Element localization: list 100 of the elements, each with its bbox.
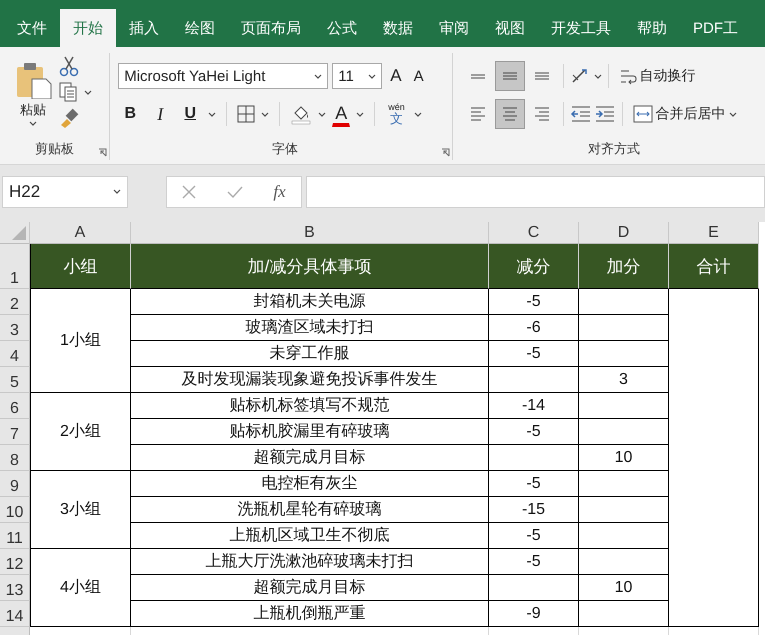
table-cell: -5 — [489, 341, 579, 367]
row-header[interactable]: 11 — [0, 523, 30, 549]
align-center-icon — [502, 107, 517, 121]
dialog-launcher-icon[interactable] — [98, 148, 108, 157]
ribbon-tab[interactable]: 文件 — [4, 9, 60, 47]
row-header[interactable]: 12 — [0, 549, 30, 575]
increase-indent-icon[interactable] — [594, 104, 616, 124]
font-size-field[interactable]: 11 — [332, 63, 382, 89]
group-label: 对齐方式 — [586, 140, 641, 158]
ribbon-tab[interactable]: 绘图 — [172, 9, 228, 47]
row-header[interactable]: 1 — [0, 244, 30, 289]
wrap-text-button[interactable]: 自动换行 — [614, 62, 700, 90]
shrink-font-button[interactable]: A — [410, 62, 428, 90]
row-header[interactable]: 7 — [0, 419, 30, 445]
borders-icon[interactable] — [237, 105, 256, 123]
caret-icon[interactable] — [356, 112, 364, 116]
table-cell: 10 — [579, 575, 669, 601]
phonetic-button[interactable]: wén 文 — [385, 100, 408, 128]
italic-button[interactable]: I — [148, 100, 172, 128]
align-right-icon — [534, 107, 549, 121]
column-header[interactable]: E — [669, 222, 759, 244]
align-center-button[interactable] — [494, 99, 525, 129]
underline-button[interactable]: U — [178, 100, 202, 128]
align-top-icon — [470, 74, 485, 78]
table-cell: 洗瓶机星轮有碎玻璃 — [131, 497, 489, 523]
align-middle-button[interactable] — [494, 61, 525, 91]
scissors-icon[interactable] — [58, 55, 80, 77]
table-cell: -5 — [489, 523, 579, 549]
header-cell: 减分 — [489, 244, 579, 289]
row-header[interactable]: 3 — [0, 315, 30, 341]
caret-icon[interactable] — [728, 112, 737, 116]
row-header[interactable]: 13 — [0, 575, 30, 601]
table-cell: 3 — [579, 367, 669, 393]
table-cell: 超额完成月目标 — [131, 575, 489, 601]
ribbon-tab[interactable]: PDF工 — [680, 9, 751, 47]
table-cell: -9 — [489, 601, 579, 627]
formula-input[interactable] — [306, 176, 765, 208]
insert-function-button[interactable]: fx — [273, 182, 286, 202]
table-cell: 上瓶大厅洗漱池碎玻璃未打扫 — [131, 549, 489, 575]
align-left-icon — [470, 107, 485, 121]
ribbon-tab[interactable]: 审阅 — [426, 9, 482, 47]
decrease-indent-icon[interactable] — [570, 104, 592, 124]
column-header[interactable]: A — [30, 222, 131, 244]
row-header[interactable]: 4 — [0, 341, 30, 367]
column-header[interactable]: B — [131, 222, 489, 244]
header-cell: 小组 — [30, 244, 131, 289]
row-header[interactable]: 14 — [0, 601, 30, 627]
ribbon-tab[interactable]: 插入 — [116, 9, 172, 47]
table-cell: 贴标机胶漏里有碎玻璃 — [131, 419, 489, 445]
table-cell: 及时发现漏装现象避免投诉事件发生 — [131, 367, 489, 393]
header-cell: 加/减分具体事项 — [131, 244, 489, 289]
table-cell: -14 — [489, 393, 579, 419]
table-cell: 上瓶机区域卫生不彻底 — [131, 523, 489, 549]
table-cell: -15 — [489, 497, 579, 523]
caret-icon[interactable] — [208, 112, 216, 116]
font-color-button[interactable]: A — [332, 101, 350, 127]
row-header[interactable]: 2 — [0, 289, 30, 315]
bold-button[interactable]: B — [118, 100, 142, 128]
ribbon-tab[interactable]: 页面布局 — [228, 9, 314, 47]
dialog-launcher-icon[interactable] — [440, 148, 450, 157]
ribbon-tab[interactable]: 开发工具 — [538, 9, 624, 47]
row-header[interactable]: 9 — [0, 471, 30, 497]
paste-button[interactable]: 粘贴 — [8, 53, 58, 133]
align-bottom-icon — [534, 72, 549, 80]
caret-icon[interactable] — [84, 90, 92, 94]
font-name-field[interactable]: Microsoft YaHei Light — [118, 63, 328, 89]
caret-icon[interactable] — [314, 74, 322, 78]
grow-font-button[interactable]: A — [386, 62, 406, 90]
caret-icon[interactable] — [594, 74, 602, 78]
column-header[interactable]: C — [489, 222, 579, 244]
caret-icon[interactable] — [368, 74, 376, 78]
ribbon-tab[interactable]: 视图 — [482, 9, 538, 47]
header-cell: 合计 — [669, 244, 759, 289]
caret-icon[interactable] — [261, 112, 270, 116]
caret-icon[interactable] — [414, 112, 422, 116]
column-header[interactable]: D — [579, 222, 669, 244]
row-header[interactable]: 6 — [0, 393, 30, 419]
caret-icon[interactable] — [113, 189, 121, 194]
table-cell: 10 — [579, 445, 669, 471]
merge-center-button[interactable]: 合并后居中 — [628, 100, 741, 128]
table-cell: 电控柜有灰尘 — [131, 471, 489, 497]
group-label: 剪贴板 — [34, 140, 76, 158]
name-box[interactable]: H22 — [2, 176, 128, 208]
group-label: 字体 — [270, 140, 299, 158]
merge-cells-icon — [632, 105, 653, 123]
table-cell: -5 — [489, 549, 579, 575]
table-cell: -5 — [489, 471, 579, 497]
row-header[interactable]: 5 — [0, 367, 30, 393]
ribbon-tab[interactable]: 开始 — [60, 9, 116, 47]
caret-icon[interactable] — [318, 112, 326, 116]
ribbon-tab[interactable]: 公式 — [314, 9, 370, 47]
table-cell: -5 — [489, 419, 579, 445]
header-cell: 加分 — [579, 244, 669, 289]
table-cell: 封箱机未关电源 — [131, 289, 489, 315]
ribbon-tab[interactable]: 帮助 — [624, 9, 680, 47]
ribbon-tab[interactable]: 数据 — [370, 9, 426, 47]
copy-icon[interactable] — [58, 81, 78, 103]
caret-icon[interactable] — [29, 120, 37, 126]
row-header[interactable]: 8 — [0, 445, 30, 471]
row-header[interactable]: 10 — [0, 497, 30, 523]
